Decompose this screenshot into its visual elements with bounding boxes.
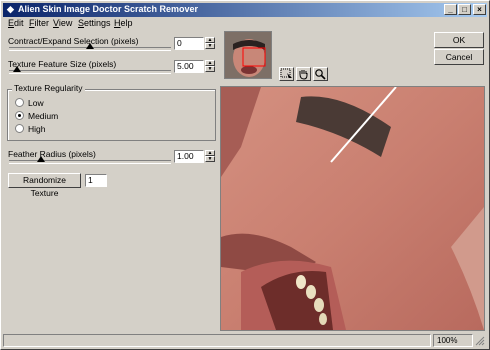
texture-size-thumb[interactable] xyxy=(13,66,22,72)
window-title: Alien Skin Image Doctor Scratch Remover xyxy=(18,4,199,14)
texture-size-input[interactable]: 5.00 xyxy=(174,60,204,73)
contract-expand-thumb[interactable] xyxy=(86,43,94,49)
randomize-texture-button[interactable]: Randomize Texture xyxy=(8,173,81,198)
texture-size-spinner[interactable]: ▲ ▼ xyxy=(205,60,215,73)
title-bar: ◆ Alien Skin Image Doctor Scratch Remove… xyxy=(3,3,487,17)
menu-filter[interactable]: Filter xyxy=(29,18,49,28)
contract-expand-spinner[interactable]: ▲ ▼ xyxy=(205,37,215,50)
face-thumbnail-image xyxy=(225,32,271,78)
menu-edit[interactable]: Edit xyxy=(8,18,24,28)
radio-high-label: High xyxy=(28,124,46,134)
cancel-button[interactable]: Cancel xyxy=(434,49,484,65)
radio-low-label: Low xyxy=(28,98,44,108)
hand-icon[interactable] xyxy=(296,67,311,81)
menu-bar: Edit Filter View Settings Help xyxy=(3,18,487,30)
radio-high[interactable] xyxy=(15,124,24,133)
feather-radius-input[interactable]: 1.00 xyxy=(174,150,204,163)
menu-view[interactable]: View xyxy=(53,18,72,28)
close-icon[interactable]: × xyxy=(473,4,486,15)
texture-size-slider[interactable] xyxy=(9,70,171,74)
radio-medium[interactable] xyxy=(15,111,24,120)
main-window: ◆ Alien Skin Image Doctor Scratch Remove… xyxy=(0,0,490,350)
feather-radius-spinner[interactable]: ▲ ▼ xyxy=(205,150,215,163)
randomize-seed-input[interactable]: 1 xyxy=(85,174,107,187)
maximize-icon[interactable]: □ xyxy=(458,4,471,15)
texture-size-label: Texture Feature Size (pixels) xyxy=(8,59,117,69)
status-bar: 100% xyxy=(3,334,487,348)
status-message xyxy=(3,334,431,347)
preview-select-icon[interactable] xyxy=(279,67,294,81)
feather-radius-thumb[interactable] xyxy=(37,156,46,162)
radio-medium-label: Medium xyxy=(28,111,59,121)
feather-radius-slider[interactable] xyxy=(9,160,171,164)
spin-down-icon[interactable]: ▼ xyxy=(205,156,215,162)
preview-pane[interactable] xyxy=(220,86,485,331)
contract-expand-label: Contract/Expand Selection (pixels) xyxy=(8,36,139,46)
menu-settings[interactable]: Settings xyxy=(78,18,111,28)
resize-grip-icon[interactable] xyxy=(475,336,485,346)
feather-radius-label: Feather Radius (pixels) xyxy=(8,149,96,159)
spin-down-icon[interactable]: ▼ xyxy=(205,66,215,72)
contract-expand-input[interactable]: 0 xyxy=(174,37,204,50)
radio-low[interactable] xyxy=(15,98,24,107)
menu-help[interactable]: Help xyxy=(114,18,133,28)
preview-image xyxy=(221,87,484,330)
zoom-icon[interactable] xyxy=(313,67,328,81)
app-icon[interactable]: ◆ xyxy=(5,4,16,15)
minimize-icon[interactable]: _ xyxy=(444,4,457,15)
thumbnail-preview[interactable] xyxy=(224,31,272,79)
spin-down-icon[interactable]: ▼ xyxy=(205,43,215,49)
zoom-status: 100% xyxy=(433,334,473,347)
texture-regularity-title: Texture Regularity xyxy=(12,83,85,93)
ok-button[interactable]: OK xyxy=(434,32,484,48)
